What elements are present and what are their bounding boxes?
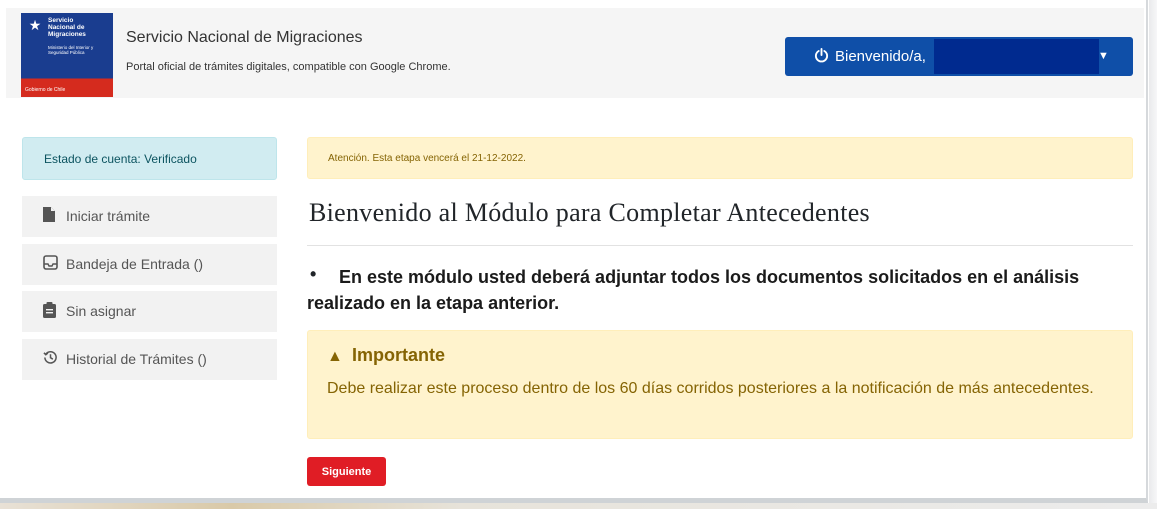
logo-gobierno: Gobierno de Chile — [25, 87, 66, 93]
next-button[interactable]: Siguiente — [307, 457, 386, 486]
important-alert: ▲ Importante Debe realizar este proceso … — [307, 330, 1133, 439]
logo-ministry: Ministerio del Interior y Seguridad Públ… — [48, 45, 94, 55]
file-icon — [43, 207, 59, 225]
module-description: En este módulo usted deberá adjuntar tod… — [307, 267, 1080, 313]
sidebar-item-iniciar-tramite[interactable]: Iniciar trámite — [22, 196, 277, 237]
sidebar-item-historial[interactable]: Historial de Trámites () — [22, 339, 277, 380]
important-body: Debe realizar este proceso dentro de los… — [327, 380, 1094, 397]
power-icon — [814, 46, 829, 63]
site-subtitle: Portal oficial de trámites digitales, co… — [126, 61, 451, 73]
user-menu-button[interactable]: Bienvenido/a, ▼ — [785, 37, 1133, 76]
outside-bottom-area — [0, 503, 1157, 509]
inbox-icon — [43, 255, 59, 273]
header: ★ Servicio Nacional de Migraciones Minis… — [6, 8, 1144, 98]
page-title: Bienvenido al Módulo para Completar Ante… — [309, 198, 870, 227]
coat-of-arms-icon: ★ — [28, 17, 42, 33]
important-heading: Importante — [352, 345, 446, 365]
divider — [307, 245, 1133, 246]
caret-down-icon: ▼ — [1098, 50, 1109, 62]
clipboard-icon — [43, 302, 59, 320]
sidebar-item-sin-asignar[interactable]: Sin asignar — [22, 291, 277, 332]
history-icon — [43, 350, 59, 368]
outside-right-area — [1149, 0, 1157, 509]
warning-icon: ▲ — [327, 348, 343, 365]
deadline-alert: Atención. Esta etapa vencerá el 21-12-20… — [307, 137, 1133, 179]
redacted-username — [934, 39, 1099, 74]
logo-name: Servicio Nacional de Migraciones — [48, 17, 86, 38]
welcome-label: Bienvenido/a, — [835, 48, 926, 65]
gob-chile-logo[interactable]: ★ Servicio Nacional de Migraciones Minis… — [21, 13, 113, 97]
sidebar-item-bandeja[interactable]: Bandeja de Entrada () — [22, 244, 277, 285]
account-status: Estado de cuenta: Verificado — [22, 137, 277, 180]
site-title: Servicio Nacional de Migraciones — [126, 29, 363, 46]
page-frame: ★ Servicio Nacional de Migraciones Minis… — [0, 0, 1148, 503]
